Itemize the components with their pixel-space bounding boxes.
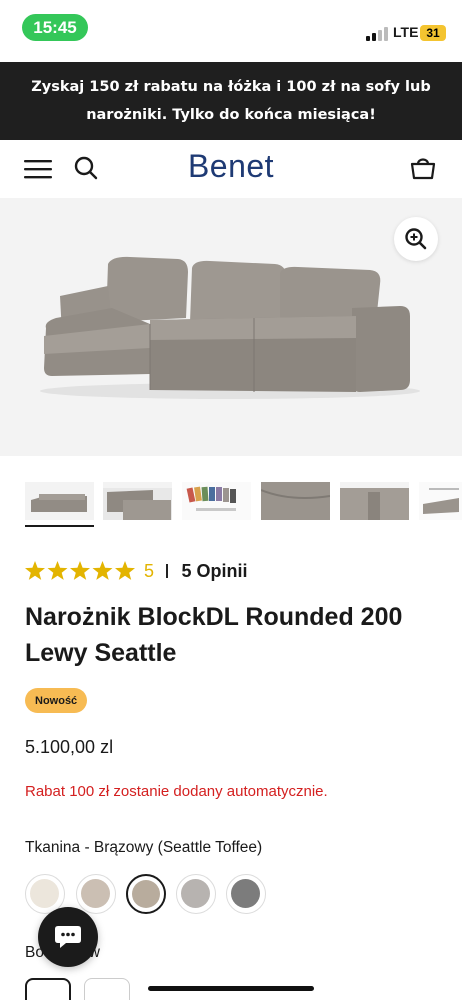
network-type: LTE [393, 24, 419, 40]
side-option-left[interactable] [25, 978, 71, 1000]
star-icon [115, 561, 135, 580]
product-title: Narożnik BlockDL Rounded 200 Lewy Seattl… [25, 603, 403, 667]
zoom-in-icon [405, 228, 427, 250]
new-badge: Nowość [25, 688, 88, 713]
promo-banner[interactable]: Zyskaj 150 zł rabatu na łóżka i 100 zł n… [0, 62, 462, 140]
rating-stars [24, 560, 136, 582]
cart-icon[interactable] [409, 154, 437, 182]
thumbnail-3[interactable] [182, 482, 251, 520]
review-count-link[interactable]: 5 Opinii [182, 561, 248, 582]
signal-icon [366, 27, 388, 41]
product-price: 5.100,00 zl [25, 737, 114, 757]
brand-logo[interactable]: Benet [0, 148, 462, 185]
thumbnail-active-indicator [25, 525, 94, 527]
promo-text: Zyskaj 150 zł rabatu na łóżka i 100 zł n… [31, 79, 431, 123]
zoom-button[interactable] [394, 217, 438, 261]
battery-icon: 31 [420, 25, 446, 41]
star-icon [25, 561, 45, 580]
thumbnail-5[interactable] [340, 482, 409, 520]
sofa-illustration [40, 256, 420, 399]
site-header: Benet [0, 140, 462, 198]
thumbnail-1[interactable] [25, 482, 94, 520]
star-icon [70, 561, 90, 580]
thumbnail-4[interactable] [261, 482, 330, 520]
thumbnail-2[interactable] [103, 482, 172, 520]
side-option-right[interactable] [84, 978, 130, 1000]
fabric-label: Tkanina - Brązowy (Seattle Toffee) [25, 839, 263, 856]
thumbnail-6[interactable] [419, 482, 462, 520]
discount-note: Rabat 100 zł zostanie dodany automatyczn… [25, 783, 328, 800]
fabric-swatch-4[interactable] [176, 874, 216, 914]
star-icon [47, 561, 68, 580]
fabric-swatch-2[interactable] [76, 874, 116, 914]
fabric-swatch-5[interactable] [226, 874, 266, 914]
rating-divider [166, 564, 168, 578]
status-bar: 15:45 LTE 31 [0, 0, 462, 62]
status-time: 15:45 [22, 14, 88, 41]
home-indicator [148, 986, 314, 991]
fabric-swatch-3-selected[interactable] [126, 874, 166, 914]
thumbnail-strip [0, 478, 462, 528]
rating-score: 5 [144, 560, 155, 581]
chat-button[interactable] [38, 907, 98, 967]
product-rating[interactable]: 5 5 Opinii [24, 558, 248, 584]
star-icon [92, 561, 113, 580]
product-image[interactable] [0, 198, 462, 456]
chat-icon [55, 926, 81, 948]
